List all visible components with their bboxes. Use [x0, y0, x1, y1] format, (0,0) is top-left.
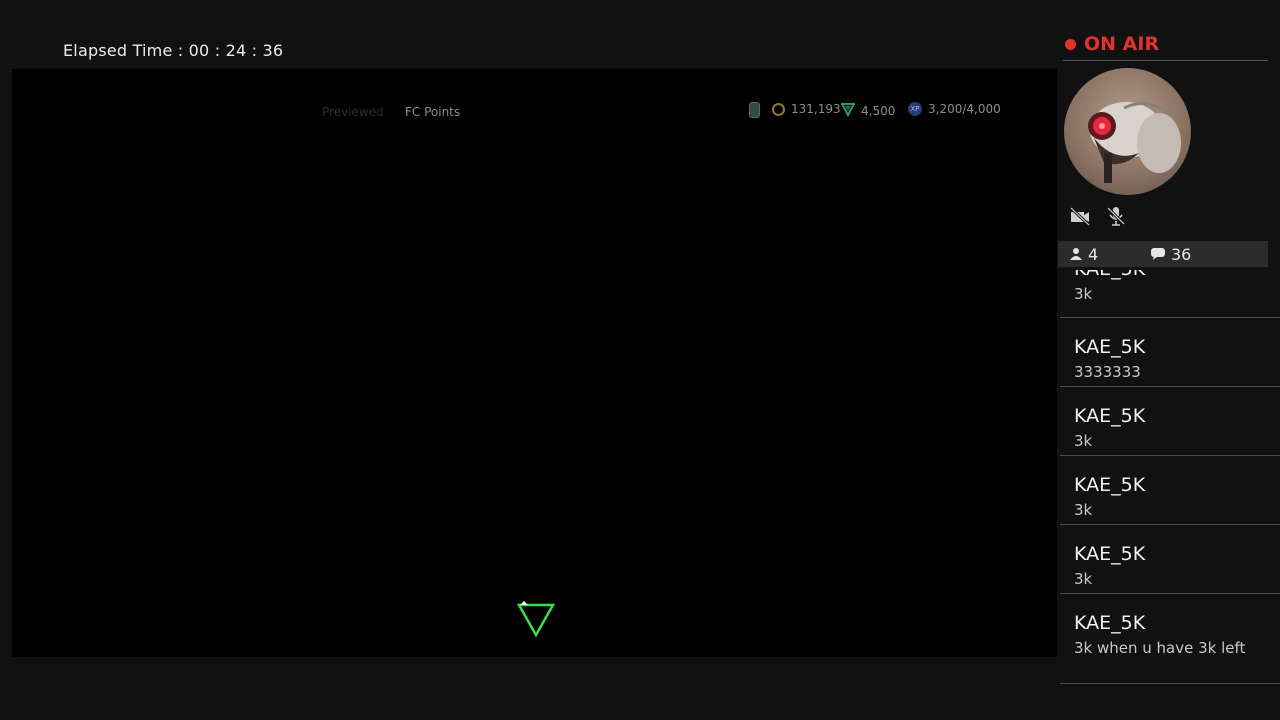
speech-bubble-icon	[1151, 248, 1165, 260]
comment-count-value: 36	[1171, 244, 1192, 264]
viewer-count-value: 4	[1088, 244, 1099, 264]
elapsed-value: 00 : 24 : 36	[188, 41, 284, 60]
elapsed-label: Elapsed Time :	[63, 41, 184, 60]
robot-avatar-image	[1088, 102, 1181, 183]
camera-off-icon[interactable]	[1069, 205, 1091, 227]
person-icon	[1070, 248, 1082, 260]
xp-icon: XP	[908, 102, 922, 116]
chat-text: 3k	[1074, 432, 1093, 450]
media-status	[1069, 205, 1141, 227]
mic-off-icon[interactable]	[1105, 205, 1127, 227]
xp-progress: XP 3,200/4,000	[908, 102, 1001, 116]
chat-text: 3k	[1074, 501, 1093, 519]
on-air-label: ON AIR	[1084, 33, 1160, 55]
game-capture: Previewed FC Points 131,193 4,500 XP 3,2…	[12, 69, 1057, 657]
chat-feed[interactable]: KAE_5K 3k KAE_5K 3333333 KAE_5K 3k KAE_5…	[1060, 270, 1280, 690]
stats-bar: 4 36	[1058, 241, 1268, 267]
chat-message: KAE_5K 3k	[1060, 525, 1280, 594]
chat-message: KAE_5K 3k	[1060, 456, 1280, 525]
viewer-count: 4	[1069, 245, 1098, 264]
chat-message: KAE_5K 3k	[1060, 270, 1280, 318]
chat-text: 3333333	[1074, 363, 1141, 381]
live-dot-icon	[1065, 38, 1076, 50]
coins-value: 131,193	[791, 102, 841, 116]
triangle-cursor-icon[interactable]	[516, 600, 556, 640]
points-balance: 4,500	[840, 102, 896, 119]
avatar	[1064, 68, 1191, 195]
xp-value: 3,200/4,000	[928, 102, 1001, 116]
chat-message: KAE_5K 3333333	[1060, 318, 1280, 387]
chat-message: KAE_5K 3k when u have 3k left	[1060, 594, 1280, 684]
chat-text: 3k when u have 3k left	[1074, 639, 1246, 657]
comment-count: 36	[1150, 245, 1191, 264]
chat-text: 3k	[1074, 285, 1093, 303]
chat-text: 3k	[1074, 570, 1093, 588]
pack-icon	[749, 102, 760, 118]
tab-previewed[interactable]: Previewed	[322, 105, 384, 119]
divider	[1063, 60, 1268, 61]
chat-username: KAE_5K	[1074, 612, 1146, 634]
coins-balance: 131,193	[772, 102, 841, 116]
points-value: 4,500	[861, 103, 896, 118]
elapsed-time: Elapsed Time : 00 : 24 : 36	[63, 41, 283, 60]
coin-icon	[772, 102, 785, 116]
tab-fc-points[interactable]: FC Points	[405, 105, 460, 119]
chat-username: KAE_5K	[1074, 270, 1145, 280]
chat-username: KAE_5K	[1074, 474, 1146, 496]
points-icon	[840, 102, 856, 119]
chat-username: KAE_5K	[1074, 543, 1146, 565]
chat-username: KAE_5K	[1074, 336, 1146, 358]
pack-indicator	[749, 102, 766, 118]
chat-message: KAE_5K 3k	[1060, 387, 1280, 456]
on-air-indicator: ON AIR	[1065, 33, 1159, 55]
chat-username: KAE_5K	[1074, 405, 1146, 427]
